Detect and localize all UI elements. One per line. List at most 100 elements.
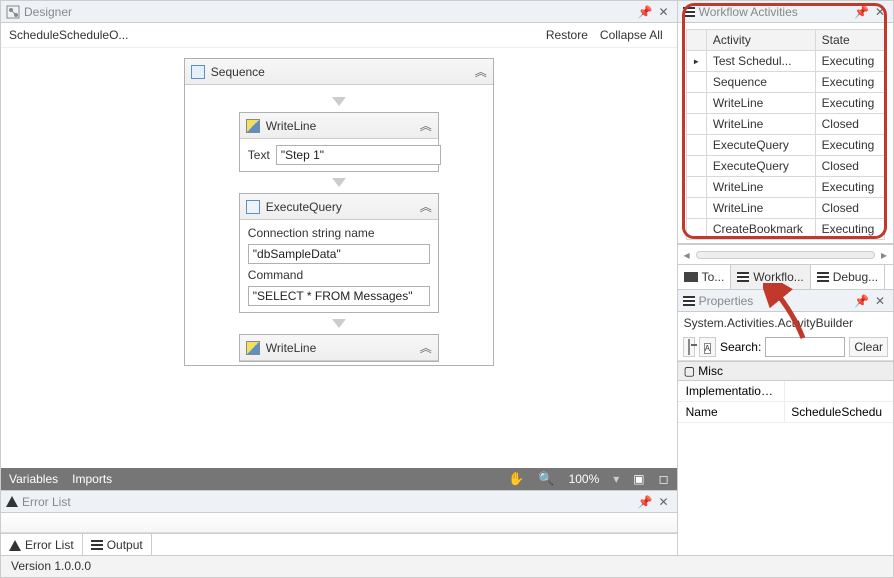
cell-activity: WriteLine: [706, 198, 815, 219]
table-row[interactable]: CreateBookmarkExecuting: [686, 219, 884, 240]
table-row[interactable]: WriteLineExecuting: [686, 177, 884, 198]
table-row[interactable]: WriteLineClosed: [686, 114, 884, 135]
cell-activity: WriteLine: [706, 177, 815, 198]
sequence-title: Sequence: [211, 65, 265, 79]
chevron-up-icon[interactable]: ︽: [420, 198, 432, 215]
cell-activity: Sequence: [706, 72, 815, 93]
cell-state: Closed: [815, 114, 884, 135]
restore-link[interactable]: Restore: [540, 28, 594, 42]
writeline-icon: [246, 341, 260, 355]
property-name: ImplementationVersi...: [678, 381, 786, 401]
close-icon[interactable]: ✕: [872, 294, 888, 308]
categorized-button[interactable]: [683, 337, 695, 357]
tab-workflow[interactable]: Workflo...: [731, 265, 810, 289]
table-row[interactable]: SequenceExecuting: [686, 72, 884, 93]
workflow-activities-table[interactable]: Activity State ▸Test Schedul...Executing…: [686, 29, 885, 240]
writeline-activity-1[interactable]: WriteLine ︽ Text: [239, 112, 439, 172]
pin-icon[interactable]: 📌: [851, 5, 872, 19]
cell-activity: WriteLine: [706, 114, 815, 135]
properties-header: Properties 📌 ✕: [678, 290, 893, 312]
designer-breadcrumb-bar: ScheduleScheduleO... Restore Collapse Al…: [1, 23, 677, 48]
close-icon[interactable]: ✕: [872, 5, 888, 19]
writeline-text-label: Text: [248, 148, 270, 162]
cell-state: Closed: [815, 198, 884, 219]
cell-activity: Test Schedul...: [706, 51, 815, 72]
cell-state: Executing: [815, 135, 884, 156]
designer-canvas[interactable]: Sequence ︽ WriteLine ︽: [1, 48, 677, 468]
zoom-level[interactable]: 100%: [569, 472, 600, 486]
toolbox-icon: [684, 272, 698, 282]
writeline-text-input[interactable]: [276, 145, 441, 165]
error-icon: [9, 540, 21, 551]
imports-link[interactable]: Imports: [72, 472, 112, 486]
property-value[interactable]: [785, 381, 893, 401]
properties-section-misc[interactable]: ▢ Misc: [678, 362, 893, 381]
close-icon[interactable]: ✕: [656, 5, 672, 19]
clear-button[interactable]: Clear: [849, 337, 888, 357]
overview-icon[interactable]: ◻: [659, 472, 669, 486]
cell-state: Executing: [815, 51, 884, 72]
property-name: Name: [678, 402, 786, 422]
horizontal-scrollbar[interactable]: ◂▸: [678, 244, 893, 264]
errorlist-header: Error List 📌 ✕: [1, 491, 677, 513]
close-icon[interactable]: ✕: [656, 495, 672, 509]
tab-toolbox[interactable]: To...: [678, 265, 732, 289]
fit-to-screen-icon[interactable]: ▣: [633, 472, 644, 486]
properties-search-input[interactable]: [765, 337, 845, 357]
writeline-activity-2[interactable]: WriteLine ︽: [239, 334, 439, 362]
cell-activity: ExecuteQuery: [706, 156, 815, 177]
cell-state: Executing: [815, 219, 884, 240]
cell-state: Executing: [815, 177, 884, 198]
version-label: Version 1.0.0.0: [11, 559, 91, 573]
workflow-icon: [737, 272, 749, 282]
cell-activity: WriteLine: [706, 93, 815, 114]
debug-icon: [817, 272, 829, 282]
chevron-up-icon[interactable]: ︽: [420, 339, 432, 356]
status-bar: Version 1.0.0.0: [1, 555, 893, 577]
sort-az-icon: A: [704, 343, 711, 354]
table-row[interactable]: ExecuteQueryClosed: [686, 156, 884, 177]
executequery-activity[interactable]: ExecuteQuery ︽ Connection string name Co…: [239, 193, 439, 313]
table-row[interactable]: ▸Test Schedul...Executing: [686, 51, 884, 72]
pin-icon[interactable]: 📌: [635, 495, 656, 509]
collapse-all-link[interactable]: Collapse All: [594, 28, 669, 42]
variables-link[interactable]: Variables: [9, 472, 58, 486]
executequery-icon: [246, 200, 260, 214]
properties-object: System.Activities.ActivityBuilder: [678, 312, 893, 334]
errorlist-content: [1, 513, 677, 533]
designer-icon: [6, 5, 20, 19]
tab-output[interactable]: Output: [83, 534, 152, 556]
tab-debug[interactable]: Debug...: [811, 265, 885, 289]
command-input[interactable]: [248, 286, 430, 306]
errorlist-title: Error List: [22, 495, 71, 509]
pan-icon[interactable]: ✋: [508, 471, 524, 487]
pin-icon[interactable]: 📌: [635, 5, 656, 19]
property-row[interactable]: ImplementationVersi...: [678, 381, 893, 402]
table-row[interactable]: WriteLineExecuting: [686, 93, 884, 114]
cell-state: Executing: [815, 72, 884, 93]
pin-icon[interactable]: 📌: [851, 294, 872, 308]
zoom-icon[interactable]: 🔍: [538, 471, 554, 487]
property-value[interactable]: ScheduleSchedu: [785, 402, 893, 422]
output-icon: [91, 540, 103, 550]
chevron-up-icon[interactable]: ︽: [420, 117, 432, 134]
col-activity[interactable]: Activity: [706, 30, 815, 51]
breadcrumb[interactable]: ScheduleScheduleO...: [9, 28, 540, 42]
workflow-activities-title: Workflow Activities: [699, 5, 798, 19]
connection-input[interactable]: [248, 244, 430, 264]
table-row[interactable]: WriteLineClosed: [686, 198, 884, 219]
activities-icon: [683, 7, 695, 17]
alphabetical-button[interactable]: A: [699, 337, 716, 357]
tab-errorlist[interactable]: Error List: [1, 534, 83, 556]
property-row[interactable]: NameScheduleSchedu: [678, 402, 893, 423]
drop-indicator-icon: [332, 97, 346, 106]
workflow-activities-header: Workflow Activities 📌 ✕: [678, 1, 893, 23]
properties-title: Properties: [699, 294, 754, 308]
sequence-activity[interactable]: Sequence ︽ WriteLine ︽: [184, 58, 494, 366]
designer-footer: Variables Imports ✋ 🔍 100% ▾ ▣ ◻: [1, 468, 677, 490]
command-label: Command: [248, 268, 430, 282]
cell-state: Closed: [815, 156, 884, 177]
col-state[interactable]: State: [815, 30, 884, 51]
chevron-up-icon[interactable]: ︽: [475, 63, 487, 80]
table-row[interactable]: ExecuteQueryExecuting: [686, 135, 884, 156]
